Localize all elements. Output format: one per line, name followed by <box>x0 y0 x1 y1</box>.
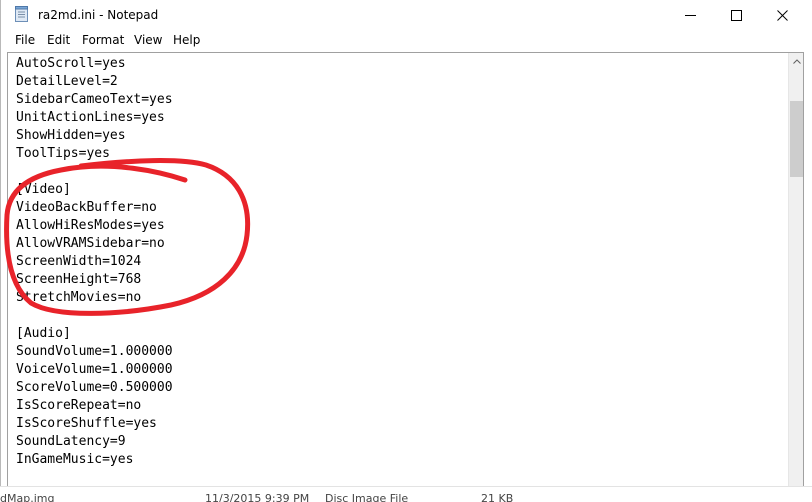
scroll-up-button[interactable] <box>789 53 803 70</box>
text-line[interactable] <box>16 307 776 325</box>
text-editor[interactable]: AutoScroll=yes DetailLevel=2 SidebarCameoT… <box>7 52 804 486</box>
text-line[interactable]: IsScoreRepeat=no <box>16 397 776 415</box>
menu-help[interactable]: Help <box>173 33 200 47</box>
menu-view[interactable]: View <box>134 33 162 47</box>
text-line[interactable]: UnitActionLines=yes <box>16 109 776 127</box>
text-line[interactable]: DetailLevel=2 <box>16 73 776 91</box>
text-line[interactable]: AutoScroll=yes <box>16 55 776 73</box>
text-line[interactable]: SidebarCameoText=yes <box>16 91 776 109</box>
editor-content[interactable]: AutoScroll=yes DetailLevel=2 SidebarCameoT… <box>16 55 776 485</box>
text-line[interactable]: ToolTips=yes <box>16 145 776 163</box>
text-line[interactable]: ShowHidden=yes <box>16 127 776 145</box>
text-line[interactable]: InGameMusic=yes <box>16 451 776 469</box>
text-line[interactable]: VideoBackBuffer=no <box>16 199 776 217</box>
notepad-window: ra2md.ini - Notepad File Edit Format Vie… <box>0 0 805 486</box>
text-line[interactable]: IsScoreShuffle=yes <box>16 415 776 433</box>
close-button[interactable] <box>759 0 805 30</box>
chevron-up-icon <box>793 59 801 64</box>
text-line[interactable]: SoundVolume=1.000000 <box>16 343 776 361</box>
window-title: ra2md.ini - Notepad <box>38 8 159 22</box>
notepad-icon <box>15 6 28 22</box>
menu-file[interactable]: File <box>15 33 35 47</box>
background-file-row: dMap.img 11/3/2015 9:39 PM Disc Image Fi… <box>0 486 812 502</box>
text-line[interactable] <box>16 163 776 181</box>
maximize-icon <box>730 9 742 21</box>
minimize-button[interactable] <box>667 0 713 30</box>
menu-format[interactable]: Format <box>82 33 124 47</box>
minimize-icon <box>684 14 696 16</box>
maximize-button[interactable] <box>713 0 759 30</box>
text-line[interactable]: VoiceVolume=1.000000 <box>16 361 776 379</box>
text-line[interactable]: [Video] <box>16 181 776 199</box>
text-line[interactable]: ScoreVolume=0.500000 <box>16 379 776 397</box>
scroll-thumb[interactable] <box>790 101 803 177</box>
text-line[interactable]: ScreenWidth=1024 <box>16 253 776 271</box>
menu-bar: File Edit Format View Help <box>1 31 805 50</box>
text-line[interactable]: AllowHiResModes=yes <box>16 217 776 235</box>
text-line[interactable]: StretchMovies=no <box>16 289 776 307</box>
text-line[interactable]: SoundLatency=9 <box>16 433 776 451</box>
text-line[interactable]: ScreenHeight=768 <box>16 271 776 289</box>
title-bar[interactable]: ra2md.ini - Notepad <box>1 0 805 30</box>
close-icon <box>776 9 788 21</box>
menu-edit[interactable]: Edit <box>47 33 70 47</box>
text-line[interactable]: AllowVRAMSidebar=no <box>16 235 776 253</box>
vertical-scrollbar[interactable] <box>788 53 803 486</box>
text-line[interactable]: [Audio] <box>16 325 776 343</box>
